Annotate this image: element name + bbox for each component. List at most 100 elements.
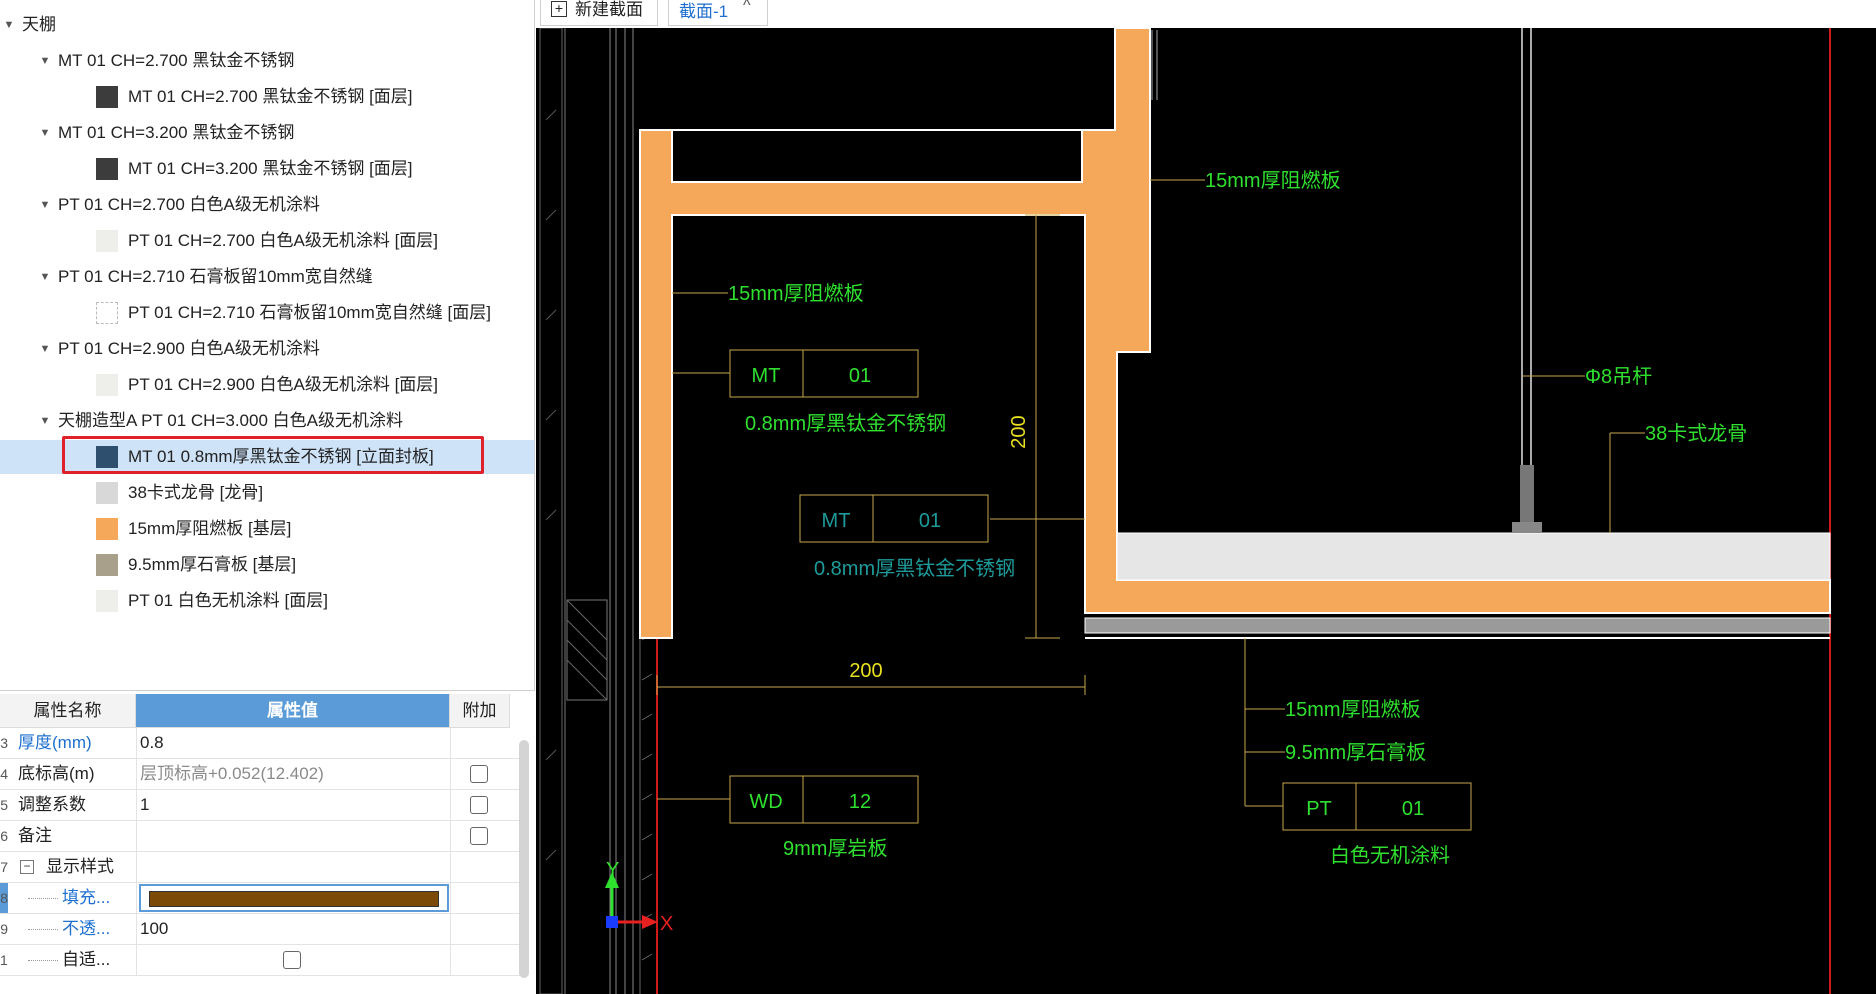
- property-row-remark[interactable]: 6 备注: [0, 821, 520, 852]
- fill-color-swatch: [149, 891, 439, 907]
- tag3-code: WD: [749, 791, 782, 813]
- tree-node-layer[interactable]: MT 01 CH=2.700 黑钛金不锈钢 [面层]: [0, 80, 534, 114]
- fill-color-picker[interactable]: [139, 884, 449, 912]
- property-grid: 属性名称 属性值 附加 3 厚度(mm) 0.8 4 底标高(m) 层顶标高+0…: [0, 694, 534, 994]
- tree-node-label: PT 01 白色无机涂料 [面层]: [128, 591, 328, 610]
- collapse-arrow-icon[interactable]: ▼: [38, 44, 52, 78]
- axis-y-label: Y: [606, 859, 619, 881]
- property-value-input[interactable]: 1: [140, 790, 149, 820]
- tag2-code: MT: [822, 510, 851, 532]
- row-number: 5: [0, 797, 8, 813]
- material-swatch: [96, 230, 118, 252]
- tag4-number: 01: [1402, 798, 1424, 820]
- tag3-description: 9mm厚岩板: [783, 837, 887, 860]
- tree-node-ceiling[interactable]: ▼ 天棚: [0, 8, 534, 42]
- tag1-code: MT: [752, 365, 781, 387]
- tree-node-group[interactable]: ▼ MT 01 CH=2.700 黑钛金不锈钢: [0, 44, 534, 78]
- vertical-scrollbar[interactable]: [519, 740, 529, 978]
- property-value-input[interactable]: 层顶标高+0.052(12.402): [140, 759, 324, 789]
- tree-node-label: 38卡式龙骨 [龙骨]: [128, 483, 264, 502]
- tree-node-group[interactable]: ▼ 天棚造型A PT 01 CH=3.000 白色A级无机涂料: [0, 404, 534, 438]
- plus-icon: +: [551, 1, 567, 17]
- tree-node-group[interactable]: ▼ PT 01 CH=2.700 白色A级无机涂料: [0, 188, 534, 222]
- row-number: 6: [0, 828, 8, 844]
- tree-node-label: PT 01 CH=2.900 白色A级无机涂料: [58, 339, 320, 358]
- tab-section-1[interactable]: 截面-1 ^: [668, 0, 768, 26]
- property-row-fill[interactable]: 8 填充...: [0, 883, 520, 914]
- tree-node-label: MT 01 CH=3.200 黑钛金不锈钢: [58, 123, 295, 142]
- property-row-adjust-factor[interactable]: 5 调整系数 1: [0, 790, 520, 821]
- tree-node-layer[interactable]: PT 01 CH=2.900 白色A级无机涂料 [面层]: [0, 368, 534, 402]
- paint-layer: [1084, 617, 1831, 634]
- tree-node-group[interactable]: ▼ PT 01 CH=2.900 白色A级无机涂料: [0, 332, 534, 366]
- tab-new-section[interactable]: + 新建截面: [540, 0, 658, 26]
- tree-node-layer[interactable]: 38卡式龙骨 [龙骨]: [0, 476, 534, 510]
- column-header-extra[interactable]: 附加: [450, 694, 510, 728]
- chevron-up-icon[interactable]: ^: [743, 0, 751, 16]
- selection-highlight-box: [62, 436, 484, 474]
- annotation-board-bottom: 15mm厚阻燃板: [1285, 698, 1421, 721]
- tag1-description: 0.8mm厚黑钛金不锈钢: [745, 412, 946, 435]
- property-row-bottom-elevation[interactable]: 4 底标高(m) 层顶标高+0.052(12.402): [0, 759, 520, 790]
- column-header-value[interactable]: 属性值: [136, 694, 450, 728]
- annotation-hanger-rod: Φ8吊杆: [1585, 365, 1652, 388]
- row-number: 4: [0, 766, 8, 782]
- hanger-rod: [1512, 28, 1542, 533]
- collapse-arrow-icon[interactable]: ▼: [38, 116, 52, 150]
- property-value-input[interactable]: 0.8: [140, 728, 164, 758]
- tab-bar: + 新建截面 截面-1 ^: [536, 0, 1876, 28]
- collapse-arrow-icon[interactable]: ▼: [38, 404, 52, 438]
- material-swatch: [96, 554, 118, 576]
- tree-node-label: PT 01 CH=2.700 白色A级无机涂料: [58, 195, 320, 214]
- tree-node-layer[interactable]: PT 01 CH=2.700 白色A级无机涂料 [面层]: [0, 224, 534, 258]
- dimension-horizontal: 200: [849, 660, 882, 682]
- tree-node-label: PT 01 CH=2.710 石膏板留10mm宽自然缝: [58, 267, 373, 286]
- tree-node-layer[interactable]: PT 01 白色无机涂料 [面层]: [0, 584, 534, 618]
- material-swatch: [96, 374, 118, 396]
- material-swatch: [96, 158, 118, 180]
- row-number: 7: [0, 859, 8, 875]
- collapse-arrow-icon[interactable]: ▼: [38, 260, 52, 294]
- dimension-lines: [656, 214, 1086, 695]
- value-checkbox[interactable]: [283, 951, 301, 969]
- extra-checkbox[interactable]: [470, 827, 488, 845]
- row-number: 8: [0, 883, 8, 913]
- tree-node-label: 天棚: [22, 15, 56, 34]
- tree-node-layer[interactable]: PT 01 CH=2.710 石膏板留10mm宽自然缝 [面层]: [0, 296, 534, 330]
- tag4-description: 白色无机涂料: [1330, 844, 1450, 867]
- tree-node-label: PT 01 CH=2.700 白色A级无机涂料 [面层]: [128, 231, 439, 250]
- tree-node-label: 天棚造型A PT 01 CH=3.000 白色A级无机涂料: [58, 411, 403, 430]
- extra-checkbox[interactable]: [470, 765, 488, 783]
- material-swatch: [96, 482, 118, 504]
- material-tree: ▼ 天棚 ▼ MT 01 CH=2.700 黑钛金不锈钢 MT 01 CH=2.…: [0, 0, 535, 691]
- wall-hatch: [539, 28, 634, 994]
- tree-node-layer[interactable]: 15mm厚阻燃板 [基层]: [0, 512, 534, 546]
- property-name: 底标高(m): [18, 764, 95, 783]
- property-row-thickness[interactable]: 3 厚度(mm) 0.8: [0, 728, 520, 759]
- collapse-arrow-icon[interactable]: ▼: [38, 188, 52, 222]
- collapse-arrow-icon[interactable]: ▼: [38, 332, 52, 366]
- tree-node-layer[interactable]: 9.5mm厚石膏板 [基层]: [0, 548, 534, 582]
- extra-checkbox[interactable]: [470, 796, 488, 814]
- property-name: 厚度(mm): [18, 733, 92, 752]
- tree-node-group[interactable]: ▼ PT 01 CH=2.710 石膏板留10mm宽自然缝: [0, 260, 534, 294]
- cad-drawing-canvas[interactable]: 15mm厚阻燃板 15mm厚阻燃板 MT 01 0.8mm厚黑钛金不锈钢 MT …: [536, 28, 1876, 994]
- tree-node-layer[interactable]: MT 01 CH=3.200 黑钛金不锈钢 [面层]: [0, 152, 534, 186]
- annotation-keel: 38卡式龙骨: [1645, 422, 1747, 445]
- tree-node-group[interactable]: ▼ MT 01 CH=3.200 黑钛金不锈钢: [0, 116, 534, 150]
- property-name: 调整系数: [18, 795, 86, 814]
- property-row-opacity[interactable]: 9 不透... 100: [0, 914, 520, 945]
- collapse-arrow-icon[interactable]: ▼: [2, 8, 16, 42]
- row-number: 10: [0, 952, 8, 968]
- row-number: 3: [0, 735, 8, 751]
- column-header-name[interactable]: 属性名称: [0, 694, 136, 728]
- property-row-display-style[interactable]: 7 − 显示样式: [0, 852, 520, 883]
- stone-hatch: [639, 620, 653, 994]
- tag2-description: 0.8mm厚黑钛金不锈钢: [814, 557, 1015, 580]
- property-value-input[interactable]: 100: [140, 914, 168, 944]
- property-row-adaptive[interactable]: 10 自适...: [0, 945, 520, 976]
- collapse-minus-icon[interactable]: −: [20, 860, 34, 874]
- ucs-axis-icon: Y X: [605, 859, 673, 935]
- tree-node-label: MT 01 CH=2.700 黑钛金不锈钢 [面层]: [128, 87, 413, 106]
- dimension-vertical: 200: [1008, 415, 1030, 448]
